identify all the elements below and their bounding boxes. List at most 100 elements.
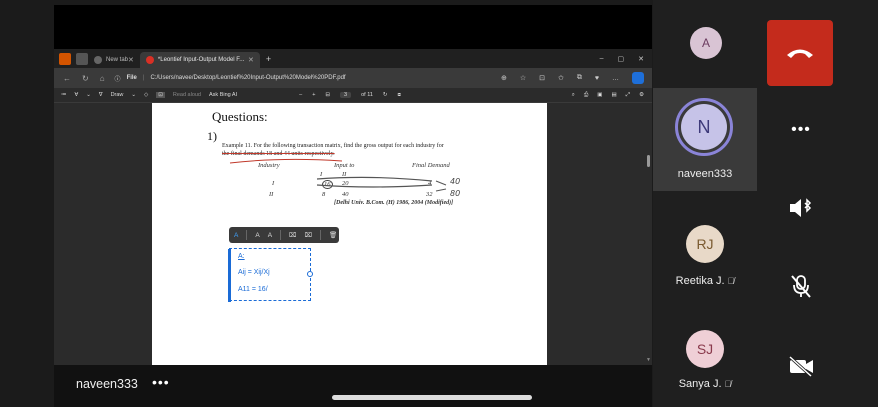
eraser-icon[interactable]: ◇ (144, 92, 148, 98)
annotation-line-2: Aij = Xij/Xj (238, 269, 270, 276)
divider (280, 230, 282, 240)
more-icon[interactable]: … (612, 75, 619, 82)
favorite-icon[interactable]: ☆ (520, 74, 526, 82)
pdf-toolbar-right: ⌕ ⎙ ▣ ▤ ⤢ ⚙ (572, 92, 652, 99)
decrease-font-icon[interactable]: A (255, 232, 259, 239)
annotation-text-box[interactable]: A: Aij = Xij/Xj A11 = 16/ (228, 248, 313, 302)
participant-tile-naveen[interactable]: N naveen333 (653, 88, 757, 191)
scroll-down-icon[interactable]: ▼ (646, 357, 651, 363)
pdf-page: Questions: 1) Example 11. For the follow… (152, 103, 547, 365)
zoom-out-button[interactable]: – (299, 92, 302, 98)
refresh-icon[interactable]: ↻ (82, 74, 89, 83)
new-tab-button[interactable]: + (266, 54, 271, 64)
address-bar: ← ↻ ⌂ ⓘ File | C:/Users/navee/Desktop/Le… (54, 68, 652, 88)
back-icon[interactable]: ← (63, 74, 71, 83)
profile-icon[interactable] (59, 52, 71, 65)
highlight-icon[interactable]: ∀ (75, 92, 79, 98)
zoom-icon[interactable]: ⊕ (501, 74, 507, 82)
rotate-icon[interactable]: ↻ (383, 92, 388, 98)
questions-heading: Questions: (212, 109, 268, 124)
draw-icon[interactable]: ∇ (99, 92, 103, 98)
window-controls: – ▢ ✕ (600, 55, 652, 63)
ask-bing-button[interactable]: Ask Bing AI (209, 92, 237, 98)
favorites-icon[interactable]: ✩ (558, 74, 564, 82)
fullscreen-icon[interactable]: ⤢ (626, 92, 630, 99)
divider (320, 230, 322, 240)
page-view-icon[interactable]: ⧈ (398, 92, 402, 99)
fit-page-icon[interactable]: ⊟ (325, 92, 330, 98)
close-tab-icon[interactable]: ✕ (128, 56, 134, 64)
contents-icon[interactable]: ≔ (61, 92, 67, 98)
text-box-icon[interactable]: ⊡ (156, 92, 165, 98)
settings-icon[interactable]: ⚙ (639, 92, 644, 99)
text-align-icon[interactable]: ⌧ (305, 231, 313, 239)
minimize-button[interactable]: – (600, 55, 604, 63)
tab-new-tab[interactable]: New tab ✕ (88, 52, 140, 68)
question-number: 1) (207, 129, 217, 143)
home-icon[interactable]: ⌂ (100, 74, 105, 83)
mic-muted-icon: 🎙̸ (727, 276, 735, 286)
source-citation: [Delhi Univ. B.Com. (H) 1986, 2004 (Modi… (334, 200, 454, 206)
maximize-button[interactable]: ▢ (618, 55, 625, 63)
participant-tile-sanya[interactable]: SJ Sanya J. 🎙̸ (653, 318, 757, 407)
participant-tile-a[interactable]: A (653, 0, 757, 88)
zoom-in-button[interactable]: + (312, 92, 315, 98)
chevron-down-icon[interactable]: ⌄ (131, 92, 136, 98)
participant-name: Sanya J. (678, 378, 722, 390)
more-options-button[interactable]: ••• (783, 114, 819, 146)
tab-label: New tab (106, 57, 129, 63)
avatar: SJ (686, 330, 724, 368)
annotation-line-1: A: (238, 253, 245, 260)
url-field[interactable]: ⓘ File | C:/Users/navee/Desktop/Leontief… (115, 74, 346, 83)
nav-buttons: ← ↻ ⌂ (54, 74, 105, 83)
delete-icon[interactable]: 🗑 (329, 231, 337, 239)
self-view-bar: naveen333 ••• (54, 365, 652, 407)
avatar: A (690, 27, 722, 59)
pdf-viewer: Questions: 1) Example 11. For the follow… (54, 103, 652, 365)
save-icon[interactable]: ▣ (597, 92, 602, 99)
increase-font-icon[interactable]: A (268, 232, 272, 239)
scrollbar-thumb[interactable] (647, 155, 650, 167)
split-screen-icon[interactable]: ⊡ (539, 74, 545, 82)
participant-name-row: Reetika J. 🎙̸ (653, 275, 757, 287)
shared-screen-area: New tab ✕ *Leontief Input-Output Model F… (0, 0, 653, 407)
participant-tile-reetika[interactable]: RJ Reetika J. 🎙̸ (653, 205, 757, 300)
annotation-line-3: A11 = 16/ (238, 286, 268, 293)
divider (246, 230, 248, 240)
self-more-button[interactable]: ••• (152, 374, 170, 390)
text-spacing-icon[interactable]: ⌧ (289, 231, 297, 239)
avatar: RJ (686, 225, 724, 263)
text-color-icon[interactable]: A (234, 232, 238, 239)
participant-name: Reetika J. (675, 275, 725, 287)
annotation-toolbar: A A A ⌧ ⌧ 🗑 (229, 227, 339, 243)
participant-name: naveen333 (677, 168, 733, 180)
self-name: naveen333 (76, 377, 138, 391)
handwritten-marks (229, 158, 447, 192)
microphone-button[interactable] (783, 270, 819, 302)
close-window-button[interactable]: ✕ (638, 55, 644, 63)
collections-icon[interactable]: ⧉ (577, 74, 582, 82)
tab-pdf[interactable]: *Leontief Input-Output Model F... ✕ (139, 52, 260, 68)
draw-button[interactable]: Draw (111, 92, 124, 98)
camera-button[interactable] (783, 350, 819, 382)
browser-essentials-icon[interactable]: ♥ (595, 75, 599, 82)
hang-up-button[interactable] (767, 20, 833, 86)
close-tab-icon[interactable]: ✕ (248, 56, 254, 64)
page-number-input[interactable]: 3 (340, 92, 352, 98)
new-tab-icon (94, 56, 102, 64)
search-icon[interactable]: ⌕ (572, 92, 575, 99)
resize-handle[interactable] (307, 271, 313, 277)
avatar: N (681, 104, 727, 150)
mic-off-icon (791, 275, 811, 298)
print-icon[interactable]: ⎙ (584, 92, 588, 99)
speaker-bluetooth-icon (790, 198, 812, 217)
read-aloud-button[interactable]: Read aloud (173, 92, 201, 98)
home-indicator[interactable] (332, 395, 532, 400)
speaker-button[interactable] (783, 192, 819, 224)
save-as-icon[interactable]: ▤ (611, 92, 616, 99)
bing-icon[interactable] (632, 72, 644, 84)
workspaces-icon[interactable] (76, 52, 88, 65)
chevron-down-icon[interactable]: ⌄ (86, 92, 91, 98)
url-text: C:/Users/navee/Desktop/Leontief%20Input-… (150, 75, 346, 81)
info-icon: ⓘ (114, 76, 121, 83)
